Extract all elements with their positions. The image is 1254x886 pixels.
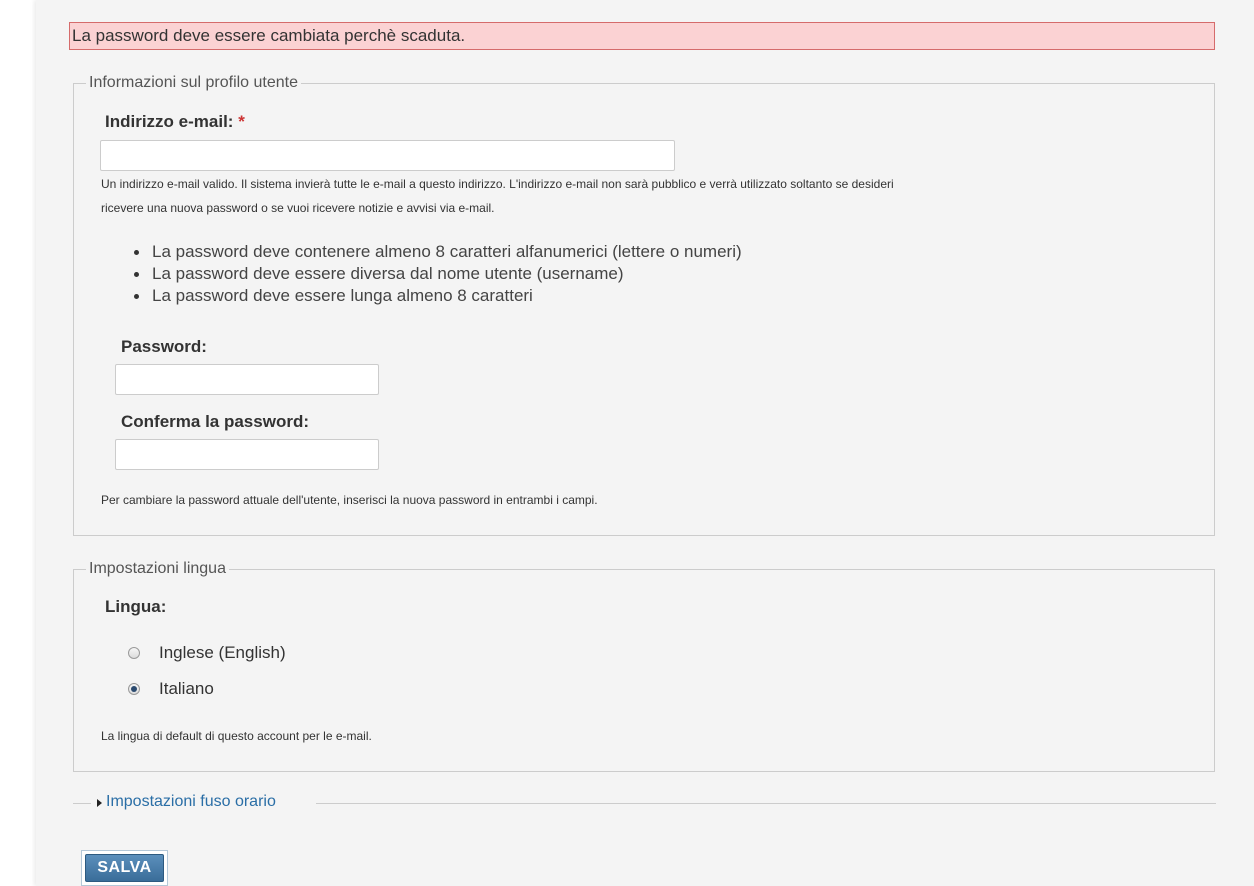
password-rule: La password deve essere diversa dal nome… bbox=[126, 263, 742, 285]
timezone-divider-right bbox=[316, 803, 1216, 804]
expand-triangle-icon bbox=[97, 799, 102, 807]
radio-italian[interactable] bbox=[128, 683, 140, 695]
language-option-italian[interactable]: Italiano bbox=[128, 679, 328, 703]
language-option-english-label: Inglese (English) bbox=[159, 643, 286, 662]
email-label: Indirizzo e-mail: * bbox=[105, 112, 245, 132]
error-message: La password deve essere cambiata perchè … bbox=[69, 22, 1215, 50]
email-description-line2: ricevere una nuova password o se vuoi ri… bbox=[101, 201, 495, 215]
language-label: Lingua: bbox=[105, 597, 167, 616]
confirm-password-label: Conferma la password: bbox=[121, 412, 309, 431]
language-option-english[interactable]: Inglese (English) bbox=[128, 643, 328, 667]
password-description: Per cambiare la password attuale dell'ut… bbox=[101, 493, 598, 507]
password-label: Password: bbox=[121, 337, 207, 356]
save-button-label: SALVA bbox=[85, 854, 164, 882]
password-rule: La password deve essere lunga almeno 8 c… bbox=[126, 285, 742, 307]
timezone-link[interactable]: Impostazioni fuso orario bbox=[106, 793, 276, 811]
email-label-text: Indirizzo e-mail: bbox=[105, 112, 234, 131]
password-input[interactable] bbox=[115, 364, 379, 395]
timezone-divider-left bbox=[73, 803, 91, 804]
password-rules-list: La password deve contenere almeno 8 cara… bbox=[126, 241, 742, 307]
confirm-password-input[interactable] bbox=[115, 439, 379, 470]
required-mark: * bbox=[238, 112, 245, 131]
password-rule: La password deve contenere almeno 8 cara… bbox=[126, 241, 742, 263]
profile-legend: Informazioni sul profilo utente bbox=[89, 74, 298, 91]
language-description: La lingua di default di questo account p… bbox=[101, 729, 372, 743]
save-button[interactable]: SALVA bbox=[81, 850, 168, 886]
email-input[interactable] bbox=[100, 140, 675, 171]
radio-english[interactable] bbox=[128, 647, 140, 659]
language-option-italian-label: Italiano bbox=[159, 679, 214, 698]
email-description: Un indirizzo e-mail valido. Il sistema i… bbox=[101, 172, 1201, 220]
language-legend: Impostazioni lingua bbox=[89, 560, 226, 577]
email-description-line1: Un indirizzo e-mail valido. Il sistema i… bbox=[101, 177, 894, 191]
